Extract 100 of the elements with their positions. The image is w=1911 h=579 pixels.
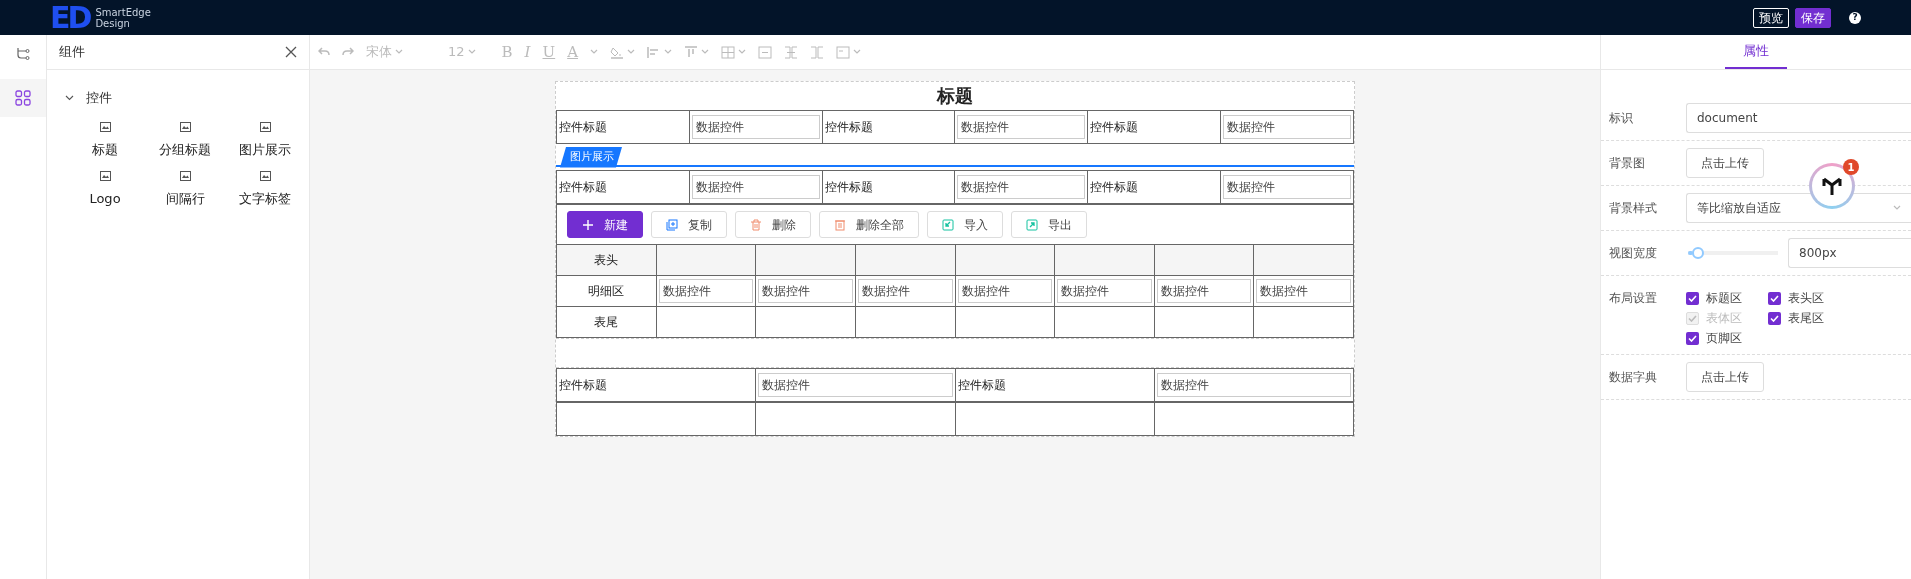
save-button[interactable]: 保存 [1795, 7, 1831, 28]
logo-icon [1821, 175, 1843, 197]
delete-all-button[interactable]: 删除全部 [819, 211, 919, 238]
report-title: 标题 [935, 84, 974, 108]
section-tag: 图片展示 [560, 147, 622, 168]
caret-icon [590, 49, 598, 55]
split-cells-icon[interactable] [784, 45, 798, 59]
data-field[interactable]: 数据控件 [957, 279, 1053, 303]
image-icon [99, 171, 111, 181]
checkbox-label: 表头区 [1788, 290, 1824, 307]
data-field[interactable]: 数据控件 [1256, 279, 1351, 303]
checkbox[interactable] [1768, 311, 1781, 325]
data-field[interactable]: 数据控件 [1057, 279, 1152, 303]
rail-item[interactable] [0, 79, 46, 117]
export-button[interactable]: 导出 [1011, 211, 1087, 238]
property-label: 布局设置 [1609, 290, 1658, 307]
data-field[interactable]: 数据控件 [1156, 279, 1252, 303]
checkbox[interactable] [1686, 291, 1699, 305]
property-label: 视图宽度 [1609, 245, 1658, 262]
property-label: 背景图 [1609, 155, 1646, 172]
vertical-align-icon[interactable] [684, 45, 698, 59]
trash-icon [834, 218, 846, 231]
footer-row-label: 表尾 [556, 306, 657, 338]
component-item[interactable]: 标题 [92, 139, 118, 159]
trash-icon [750, 218, 762, 231]
data-field[interactable]: 数据控件 [957, 115, 1086, 139]
check-icon [1688, 294, 1697, 302]
fill-color-icon[interactable] [610, 45, 624, 59]
data-field[interactable]: 数据控件 [758, 373, 953, 397]
form-label: 控件标题 [1087, 170, 1221, 204]
properties-tab[interactable]: 属性 [1725, 35, 1787, 69]
merge-cells-icon[interactable] [758, 45, 772, 59]
property-label: 标识 [1609, 110, 1634, 127]
form-label: 控件标题 [822, 110, 955, 144]
data-field[interactable]: 数据控件 [857, 279, 953, 303]
copy-icon [666, 218, 678, 231]
upload-button[interactable]: 点击上传 [1686, 148, 1764, 178]
border-icon[interactable] [721, 45, 735, 59]
form-label: 控件标题 [556, 368, 756, 402]
component-item[interactable]: 分组标题 [159, 139, 211, 159]
caret-icon [738, 49, 746, 55]
panel-title: 组件 [59, 43, 85, 62]
unmerge-icon[interactable] [810, 45, 824, 59]
data-field[interactable]: 数据控件 [758, 279, 853, 303]
data-field[interactable]: 数据控件 [658, 279, 754, 303]
property-label: 数据字典 [1609, 369, 1658, 386]
checkbox-label: 页脚区 [1706, 330, 1742, 347]
logo-mark: ED [50, 2, 90, 33]
check-icon [1688, 334, 1697, 342]
check-icon [1770, 314, 1779, 322]
data-field[interactable]: 数据控件 [1223, 175, 1351, 199]
component-item[interactable]: 图片展示 [239, 139, 291, 159]
preview-button[interactable]: 预览 [1753, 7, 1789, 28]
image-icon [99, 121, 111, 132]
export-icon [1026, 218, 1038, 231]
id-field[interactable]: document [1686, 103, 1911, 133]
component-item[interactable]: 文字标签 [239, 189, 291, 209]
caret-icon [1893, 205, 1901, 211]
delete-button[interactable]: 删除 [735, 211, 811, 238]
group-header[interactable]: 控件 [47, 70, 112, 108]
header-row-label: 表头 [556, 244, 657, 276]
component-item[interactable]: Logo [89, 189, 121, 209]
checkbox-label: 标题区 [1706, 290, 1742, 307]
notification-badge: 1 [1843, 159, 1859, 175]
caret-icon [467, 49, 476, 55]
logo-text: SmartEdge [95, 6, 151, 18]
data-field[interactable]: 数据控件 [957, 175, 1086, 199]
detail-row-label: 明细区 [556, 275, 657, 307]
checkbox[interactable] [1686, 331, 1699, 345]
redo-icon[interactable] [342, 47, 354, 57]
help-icon[interactable]: ? [1849, 11, 1861, 24]
form-label: 控件标题 [1087, 110, 1221, 144]
upload-button[interactable]: 点击上传 [1686, 362, 1764, 392]
checkbox[interactable] [1768, 291, 1781, 305]
width-field[interactable]: 800px [1788, 238, 1911, 268]
form-label: 控件标题 [955, 368, 1155, 402]
close-icon[interactable] [285, 46, 297, 58]
plus-icon [582, 218, 594, 231]
component-item[interactable]: 间隔行 [165, 189, 205, 209]
caret-icon [395, 49, 403, 55]
check-icon [1770, 294, 1779, 302]
undo-icon[interactable] [318, 47, 330, 57]
caret-icon [664, 49, 672, 55]
tree-icon [16, 47, 30, 61]
copy-button[interactable]: 复制 [651, 211, 727, 238]
new-button[interactable]: 新建 [567, 211, 643, 238]
align-icon[interactable] [647, 45, 661, 59]
data-field[interactable]: 数据控件 [691, 115, 820, 139]
form-label: 控件标题 [556, 170, 690, 204]
data-field[interactable]: 数据控件 [1156, 373, 1351, 397]
image-icon [179, 171, 191, 181]
image-icon [179, 121, 191, 132]
slider-thumb[interactable] [1691, 247, 1704, 259]
import-button[interactable]: 导入 [927, 211, 1003, 238]
logo-subtitle: Design [95, 17, 130, 29]
form-label: 控件标题 [556, 110, 690, 144]
caret-icon [627, 49, 635, 55]
data-field[interactable]: 数据控件 [1223, 115, 1351, 139]
cell-style-icon[interactable] [836, 45, 850, 59]
data-field[interactable]: 数据控件 [691, 175, 820, 199]
